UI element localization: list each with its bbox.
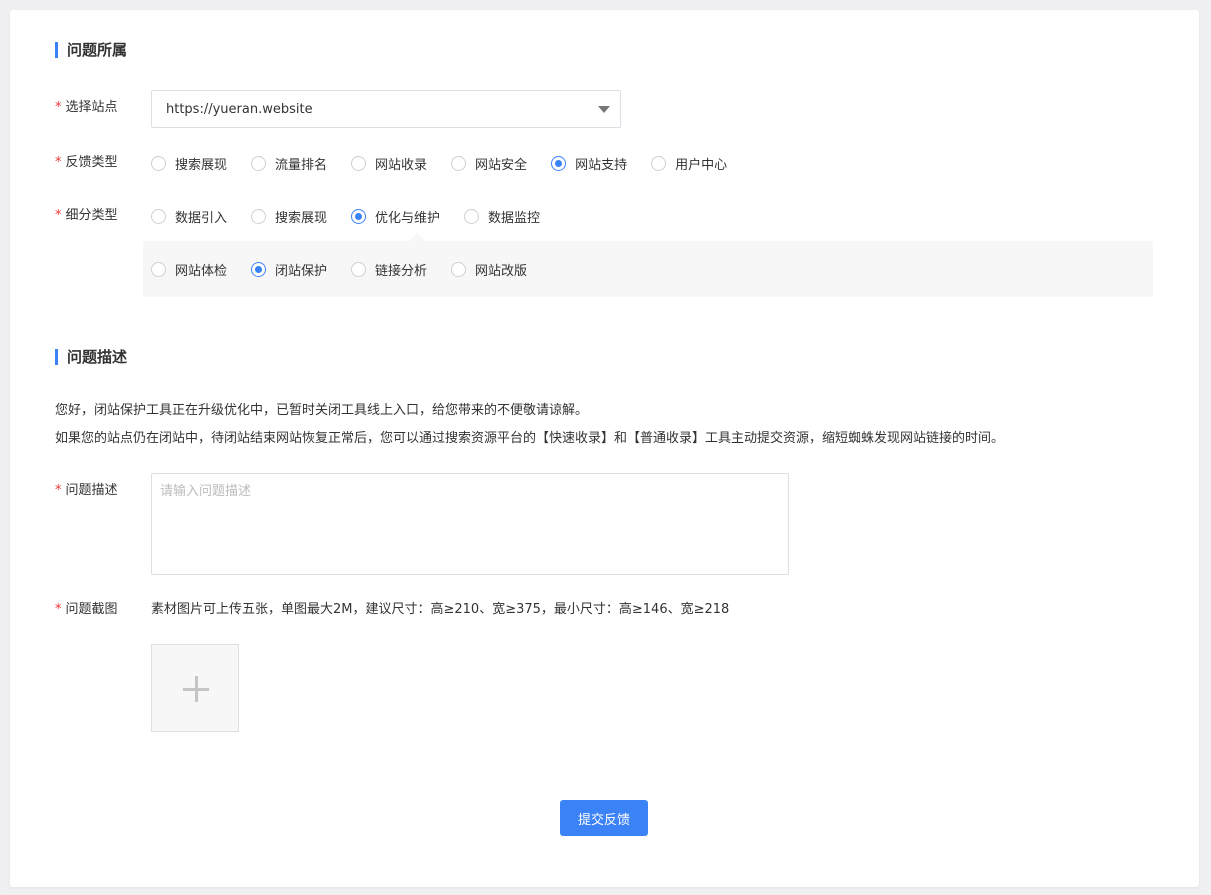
section-title-text: 问题描述 xyxy=(67,348,128,366)
description-label-text: 问题描述 xyxy=(65,483,118,498)
required-asterisk: * xyxy=(55,155,62,170)
site-select-value: https://yueran.website xyxy=(166,101,313,117)
radio-sub-data-import[interactable]: 数据引入 xyxy=(151,206,227,226)
radio-label: 数据监控 xyxy=(488,210,541,226)
radio-icon xyxy=(151,155,166,171)
site-label: * 选择站点 xyxy=(55,99,118,117)
radio-label: 网站改版 xyxy=(475,263,528,279)
radio-label: 数据引入 xyxy=(175,210,228,226)
submit-feedback-button[interactable]: 提交反馈 xyxy=(560,800,648,836)
radio-icon xyxy=(451,155,467,171)
radio-checked-icon xyxy=(351,208,367,224)
radio-icon xyxy=(351,155,367,171)
radio-site-revamp[interactable]: 网站改版 xyxy=(451,259,527,279)
sub-option-panel: 网站体检 闭站保护 链接分析 网站改版 xyxy=(143,233,1153,297)
radio-checked-icon xyxy=(251,261,267,277)
radio-label: 用户中心 xyxy=(675,157,728,173)
radio-label: 搜索展现 xyxy=(275,210,328,226)
sub-type-label: * 细分类型 xyxy=(55,207,118,225)
radio-icon xyxy=(251,208,267,224)
radio-label: 网站体检 xyxy=(175,263,228,279)
radio-sub-search-display[interactable]: 搜索展现 xyxy=(251,206,327,226)
feedback-form-card: 问题所属 * 选择站点 https://yueran.website * 反馈类型 … xyxy=(10,10,1199,887)
radio-icon xyxy=(151,261,166,277)
notice-line-2: 如果您的站点仍在闭站中，待闭站结束网站恢复正常后，您可以通过搜索资源平台的【快速… xyxy=(55,431,1005,446)
radio-label: 优化与维护 xyxy=(375,210,441,226)
radio-icon xyxy=(251,155,267,171)
radio-icon xyxy=(151,208,166,224)
sub-type-label-text: 细分类型 xyxy=(65,208,118,223)
radio-icon xyxy=(464,208,480,224)
radio-feedback-site-support[interactable]: 网站支持 xyxy=(551,153,627,173)
radio-sub-data-monitoring[interactable]: 数据监控 xyxy=(464,206,540,226)
radio-label: 闭站保护 xyxy=(275,263,328,279)
radio-icon xyxy=(651,155,667,171)
upload-hint: 素材图片可上传五张，单图最大2M，建议尺寸：高≥210、宽≥375，最小尺寸：高… xyxy=(151,602,730,617)
radio-checked-icon xyxy=(551,155,567,171)
description-label: * 问题描述 xyxy=(55,482,118,500)
radio-label: 网站支持 xyxy=(575,157,628,173)
notice-line-1: 您好，闭站保护工具正在升级优化中，已暂时关闭工具线上入口，给您带来的不便敬请谅解… xyxy=(55,403,589,418)
section-title-text: 问题所属 xyxy=(67,41,128,59)
radio-label: 链接分析 xyxy=(375,263,428,279)
section-title-ownership: 问题所属 xyxy=(55,41,127,59)
radio-feedback-security[interactable]: 网站安全 xyxy=(451,153,527,173)
radio-feedback-user-center[interactable]: 用户中心 xyxy=(651,153,727,173)
radio-sub-optimization[interactable]: 优化与维护 xyxy=(351,206,440,226)
feedback-type-label: * 反馈类型 xyxy=(55,154,118,172)
upload-image-button[interactable] xyxy=(151,644,239,732)
required-asterisk: * xyxy=(55,602,62,617)
radio-label: 流量排名 xyxy=(275,157,328,173)
radio-site-checkup[interactable]: 网站体检 xyxy=(151,259,227,279)
radio-label: 网站收录 xyxy=(375,157,428,173)
radio-icon xyxy=(351,261,367,277)
site-select[interactable]: https://yueran.website xyxy=(151,90,621,128)
radio-label: 搜索展现 xyxy=(175,157,228,173)
radio-link-analysis[interactable]: 链接分析 xyxy=(351,259,427,279)
feedback-type-group: 搜索展现 流量排名 网站收录 网站安全 网站支持 用户中心 xyxy=(151,153,751,173)
radio-label: 网站安全 xyxy=(475,157,528,173)
radio-feedback-search-display[interactable]: 搜索展现 xyxy=(151,153,227,173)
plus-icon-vertical xyxy=(195,676,198,702)
section-title-description: 问题描述 xyxy=(55,348,127,366)
radio-icon xyxy=(451,261,467,277)
sub-sub-type-group: 网站体检 闭站保护 链接分析 网站改版 xyxy=(151,259,551,279)
required-asterisk: * xyxy=(55,208,62,223)
screenshot-label-text: 问题截图 xyxy=(65,602,118,617)
panel-pointer xyxy=(409,233,425,241)
caret-down-icon xyxy=(598,106,610,113)
description-textarea[interactable] xyxy=(151,473,789,575)
radio-feedback-traffic-ranking[interactable]: 流量排名 xyxy=(251,153,327,173)
required-asterisk: * xyxy=(55,100,62,115)
sub-type-group: 数据引入 搜索展现 优化与维护 数据监控 xyxy=(151,206,564,226)
radio-feedback-indexing[interactable]: 网站收录 xyxy=(351,153,427,173)
screenshot-label: * 问题截图 xyxy=(55,601,118,619)
site-label-text: 选择站点 xyxy=(65,100,118,115)
radio-site-closure-protection[interactable]: 闭站保护 xyxy=(251,259,327,279)
feedback-type-label-text: 反馈类型 xyxy=(65,155,118,170)
required-asterisk: * xyxy=(55,483,62,498)
